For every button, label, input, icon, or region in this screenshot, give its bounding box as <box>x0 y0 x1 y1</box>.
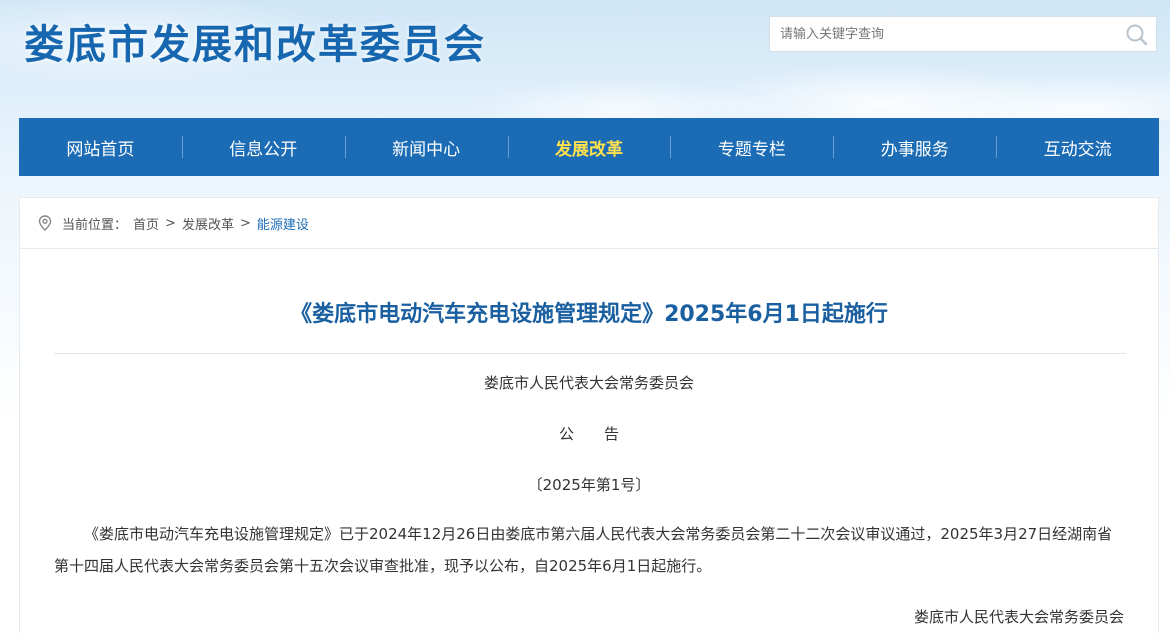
breadcrumb-development-reform-link[interactable]: 发展改革 <box>182 214 234 233</box>
content-panel: 当前位置： 首页 > 发展改革 > 能源建设 《娄底市电动汽车充电设施管理规定》… <box>19 197 1159 633</box>
main-nav: 网站首页 信息公开 新闻中心 发展改革 专题专栏 办事服务 互动交流 <box>19 118 1159 176</box>
nav-item-interaction[interactable]: 互动交流 <box>996 118 1159 176</box>
notice-label: 公 告 <box>558 425 619 443</box>
search-box <box>769 16 1157 52</box>
nav-item-home[interactable]: 网站首页 <box>19 118 182 176</box>
article-title: 《娄底市电动汽车充电设施管理规定》2025年6月1日起施行 <box>290 302 888 327</box>
article-body: 《娄底市电动汽车充电设施管理规定》已于2024年12月26日由娄底市第六届人民代… <box>54 525 1113 575</box>
nav-item-special-topics[interactable]: 专题专栏 <box>670 118 833 176</box>
breadcrumb-energy-construction-link[interactable]: 能源建设 <box>257 214 309 233</box>
search-icon[interactable] <box>1124 22 1150 48</box>
breadcrumb-prefix: 当前位置： <box>62 217 128 233</box>
nav-item-development-reform[interactable]: 发展改革 <box>507 118 671 176</box>
breadcrumb-home-link[interactable]: 首页 <box>133 214 159 233</box>
breadcrumb-separator: > <box>239 215 251 231</box>
title-divider <box>54 353 1126 354</box>
article-issuer: 娄底市人民代表大会常务委员会 <box>483 374 694 392</box>
search-input[interactable] <box>770 17 1110 51</box>
site-title: 娄底市发展和改革委员会 <box>24 22 486 68</box>
notice-number: 〔2025年第1号〕 <box>527 476 651 494</box>
breadcrumb: 当前位置： 首页 > 发展改革 > 能源建设 <box>20 198 1158 249</box>
location-pin-icon <box>38 215 52 231</box>
article-signature: 娄底市人民代表大会常务委员会 <box>913 608 1124 626</box>
breadcrumb-separator: > <box>165 215 176 231</box>
nav-item-news-center[interactable]: 新闻中心 <box>344 118 508 176</box>
nav-item-info-disclosure[interactable]: 信息公开 <box>181 118 345 176</box>
nav-item-services[interactable]: 办事服务 <box>833 118 996 176</box>
